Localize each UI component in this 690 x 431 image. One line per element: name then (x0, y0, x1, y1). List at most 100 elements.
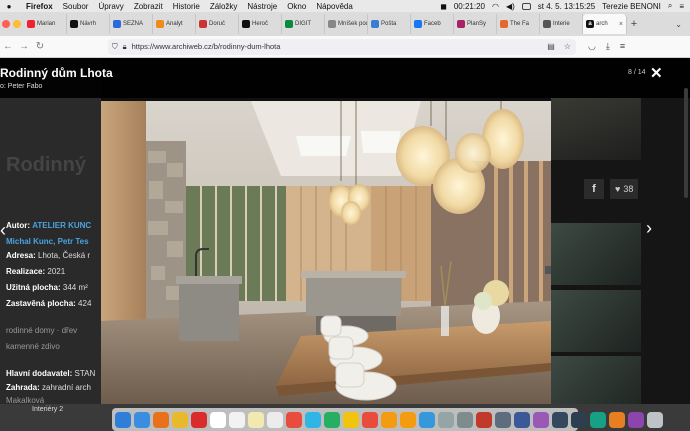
dock-app-icon[interactable] (267, 411, 283, 428)
dock-app-icon[interactable] (229, 411, 245, 428)
dock-app-icon[interactable] (381, 411, 397, 428)
page-scrollbar[interactable] (684, 88, 688, 198)
lock-icon[interactable]: 🔒︎ (123, 42, 127, 52)
background-thumbnail[interactable] (551, 223, 641, 285)
dock-app-icon[interactable] (533, 411, 549, 428)
detail-link[interactable]: ATELIER KUNC (32, 221, 91, 230)
tab-label: Mníšek pod (338, 21, 368, 27)
forward-arrow-icon[interactable]: → (16, 41, 32, 52)
dock-app-icon[interactable] (590, 411, 606, 428)
next-image-button[interactable]: › (646, 218, 652, 239)
dock-app-icon[interactable] (305, 411, 321, 428)
screen-record-icon[interactable]: ◼ (440, 2, 447, 11)
dock-app-icon[interactable] (115, 411, 131, 428)
tab-item[interactable]: The Fa (497, 14, 540, 34)
tab-favicon-icon (371, 20, 379, 28)
clock-text[interactable]: st 4. 5. 13:15:25 (538, 2, 595, 11)
bookmark-star-icon[interactable]: ☆ (564, 42, 571, 51)
dock-app-icon[interactable] (571, 411, 587, 428)
tab-favicon-icon (500, 20, 508, 28)
close-window-icon[interactable] (2, 20, 10, 28)
close-lightbox-button[interactable]: ✕ (650, 64, 663, 82)
tab-item[interactable]: Doruč (196, 14, 239, 34)
downloads-icon[interactable]: ⤓ (606, 41, 610, 52)
menu-zalozky[interactable]: Záložky (210, 2, 238, 11)
search-icon[interactable]: ⌕ (668, 1, 672, 11)
dock-app-icon[interactable] (628, 411, 644, 428)
dock-app-icon[interactable] (400, 411, 416, 428)
background-thumbnail[interactable] (551, 356, 641, 404)
background-thumbnail[interactable] (551, 290, 641, 352)
user-name[interactable]: Terezie BENONI (602, 2, 661, 11)
menu-napoveda[interactable]: Nápověda (316, 2, 352, 11)
menu-app-name[interactable]: Firefox (26, 2, 53, 11)
dock-app-icon[interactable] (419, 411, 435, 428)
dock-app-icon[interactable] (647, 411, 663, 428)
url-bar[interactable]: ⛉ 🔒︎ https://www.archiweb.cz/b/rodinny-d… (108, 38, 576, 55)
dock-app-icon[interactable] (362, 411, 378, 428)
reader-view-icon[interactable]: ▤ (547, 42, 555, 51)
dock-app-icon[interactable] (495, 411, 511, 428)
detail-row: Hlavní dodavatel: STAN (6, 369, 95, 378)
tab-item[interactable]: PlanSy (454, 14, 497, 34)
menu-nastroje[interactable]: Nástroje (247, 2, 277, 11)
dock-app-icon[interactable] (457, 411, 473, 428)
dock-app-icon[interactable] (552, 411, 568, 428)
dock-app-icon[interactable] (609, 411, 625, 428)
dock-app-icon[interactable] (324, 411, 340, 428)
menu-hamburger-icon[interactable]: ≡ (620, 41, 625, 52)
dock-app-icon[interactable] (191, 411, 207, 428)
tab-item[interactable]: Heroč (239, 14, 282, 34)
dock-app-icon[interactable] (343, 411, 359, 428)
background-thumbnail[interactable] (551, 98, 641, 160)
control-center-icon[interactable]: ≡ (679, 2, 684, 11)
dock-app-icon[interactable] (172, 411, 188, 428)
tab-list-chevron-icon[interactable]: ⌄ (675, 20, 682, 29)
back-arrow-icon[interactable]: ← (0, 41, 16, 52)
url-text[interactable]: https://www.archiweb.cz/b/rodinny-dum-lh… (132, 42, 281, 51)
desktop-folder-label[interactable]: Interiéry 2 (32, 406, 63, 413)
tab-item[interactable]: Mníšek pod (325, 14, 368, 34)
new-tab-button[interactable]: + (627, 18, 641, 30)
menu-okno[interactable]: Okno (287, 2, 306, 11)
minimize-window-icon[interactable] (13, 20, 21, 28)
tab-item[interactable]: SEZNA (110, 14, 153, 34)
tab-item[interactable]: Marian (24, 14, 67, 34)
tab-item[interactable]: Analyt (153, 14, 196, 34)
dock-app-icon[interactable] (438, 411, 454, 428)
dock-app-icon[interactable] (476, 411, 492, 428)
close-tab-icon[interactable]: × (619, 21, 623, 28)
like-button[interactable]: ♥ 38 (610, 179, 639, 199)
dock-app-icon[interactable] (248, 411, 264, 428)
detail-row: rodinné domy · dřev (6, 326, 77, 335)
dock-app-icon[interactable] (210, 411, 226, 428)
tab-item[interactable]: Návrh (67, 14, 110, 34)
battery-icon[interactable] (521, 2, 531, 10)
menu-upravy[interactable]: Úpravy (98, 2, 123, 11)
menu-historie[interactable]: Historie (173, 2, 200, 11)
tab-archiweb[interactable]: a arch × (583, 14, 627, 34)
dock-app-icon[interactable] (286, 411, 302, 428)
tab-item[interactable]: DIGIT (282, 14, 325, 34)
dock-app-icon[interactable] (134, 411, 150, 428)
dock-app-icon[interactable] (153, 411, 169, 428)
image-counter: 8 / 14 (628, 69, 646, 76)
tracking-shield-icon[interactable]: ⛉ (112, 42, 118, 52)
menu-zobrazit[interactable]: Zobrazit (134, 2, 163, 11)
reload-icon[interactable]: ↻ (32, 41, 48, 52)
tab-item[interactable]: Pošta (368, 14, 411, 34)
pocket-icon[interactable]: ◡ (588, 41, 596, 52)
volume-icon[interactable]: ◀) (506, 2, 515, 11)
detail-value: kamenné zdivo (6, 342, 60, 351)
wifi-icon[interactable]: ◠ (492, 2, 499, 11)
facebook-share-button[interactable]: f (584, 179, 604, 199)
detail-link[interactable]: Michal Kunc, Petr Tes (6, 237, 89, 246)
detail-value: STAN (74, 369, 96, 378)
apple-icon[interactable]: ● (0, 2, 18, 11)
menu-soubor[interactable]: Soubor (63, 2, 89, 11)
dock-app-icon[interactable] (514, 411, 530, 428)
tab-item[interactable]: Interie (540, 14, 583, 34)
tab-label: Analyt (166, 21, 183, 27)
tab-item[interactable]: Faceb (411, 14, 454, 34)
previous-image-button[interactable]: ‹ (0, 220, 6, 241)
